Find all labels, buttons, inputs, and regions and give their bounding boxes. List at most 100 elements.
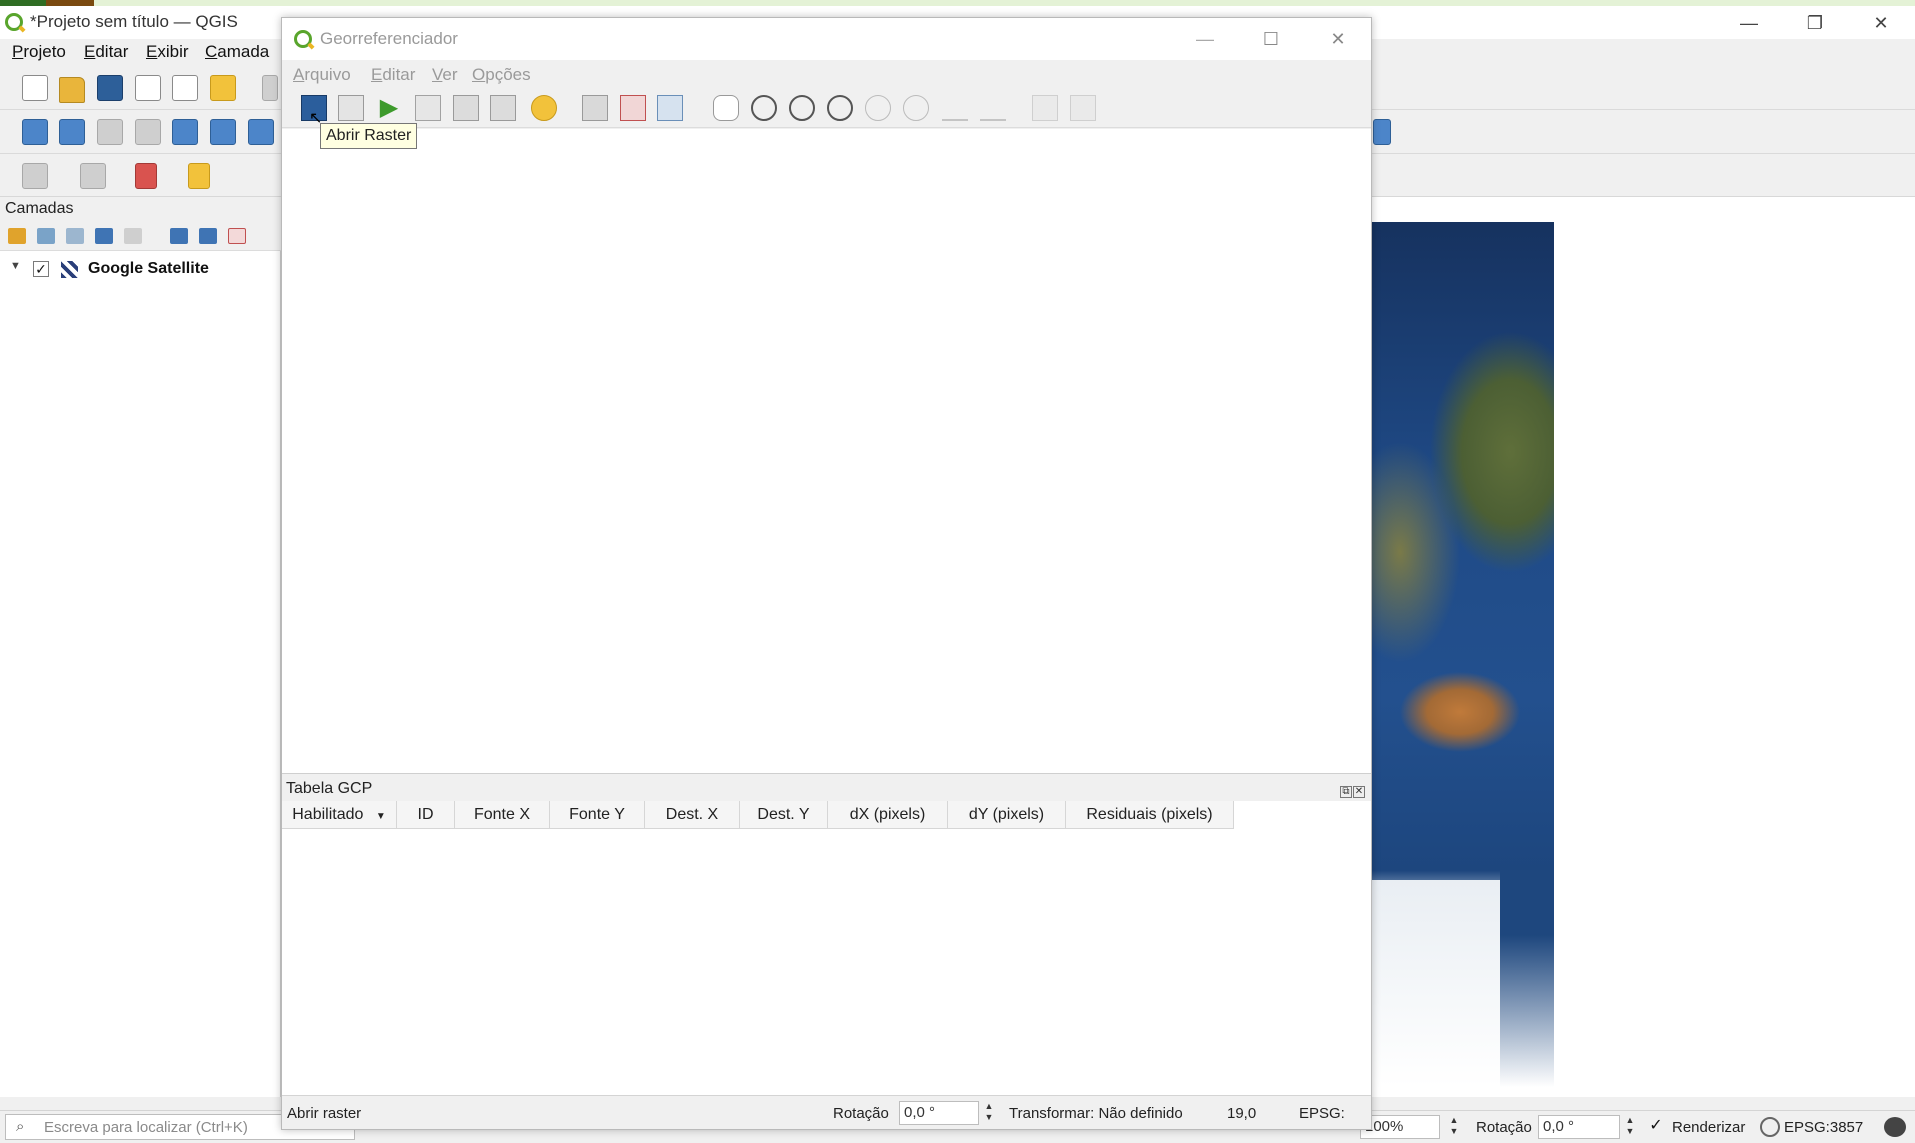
- start-georeferencing-play-icon[interactable]: ▶: [376, 95, 402, 121]
- zoom-to-layer-icon[interactable]: [827, 95, 853, 121]
- select-features-icon[interactable]: [22, 163, 48, 189]
- add-group-icon[interactable]: [37, 228, 55, 244]
- float-panel-icon[interactable]: ⧉: [1340, 786, 1352, 798]
- add-vector-layer-icon[interactable]: [97, 119, 123, 145]
- menu-projeto[interactable]: Projeto: [12, 42, 66, 62]
- col-fonte-y[interactable]: Fonte Y: [550, 801, 645, 829]
- main-close-button[interactable]: ✕: [1856, 10, 1906, 36]
- help-icon[interactable]: [1373, 119, 1391, 145]
- layer-item-google-satellite[interactable]: ▼ ✓ Google Satellite: [0, 256, 281, 282]
- col-residuais-pixels[interactable]: Residuais (pixels): [1066, 801, 1234, 829]
- add-delimited-text-icon[interactable]: [135, 119, 161, 145]
- main-rotation-field[interactable]: 0,0 °: [1538, 1115, 1620, 1139]
- expand-arrow-icon[interactable]: ▼: [10, 260, 21, 272]
- add-mesh-layer-icon[interactable]: [210, 119, 236, 145]
- layer-name: Google Satellite: [88, 260, 209, 277]
- menu-editar[interactable]: Editar: [84, 42, 128, 62]
- copy-features-icon[interactable]: [80, 163, 106, 189]
- georeferencer-window: Georreferenciador — ☐ ✕ Arquivo Editar V…: [281, 17, 1372, 1130]
- geo-rotation-spin-icon[interactable]: ▲ ▼: [983, 1101, 995, 1125]
- expand-all-icon[interactable]: [170, 228, 188, 244]
- manage-map-themes-icon[interactable]: [66, 228, 84, 244]
- geo-rotation-label: Rotação: [833, 1105, 889, 1122]
- generate-gdal-script-icon[interactable]: [415, 95, 441, 121]
- full-histogram-stretch-icon: [1032, 95, 1058, 121]
- gcp-dock-buttons: ⧉ ✕: [1339, 781, 1367, 798]
- georeferencer-canvas[interactable]: [282, 129, 1371, 774]
- col-id[interactable]: ID: [397, 801, 455, 829]
- open-project-icon[interactable]: [59, 77, 85, 103]
- ocean-edge: [1500, 870, 1554, 1087]
- layers-header: Camadas: [0, 197, 281, 221]
- main-rotation-label: Rotação: [1476, 1119, 1532, 1136]
- start-georeferencing-vector-icon[interactable]: [338, 95, 364, 121]
- label-tool-icon[interactable]: [188, 163, 210, 189]
- new-layout-icon[interactable]: [135, 75, 161, 101]
- col-dest-x[interactable]: Dest. X: [645, 801, 740, 829]
- filter-legend-icon[interactable]: [95, 228, 113, 244]
- gcp-table[interactable]: Habilitado ▼ ID Fonte X Fonte Y Dest. X …: [282, 801, 1371, 1095]
- save-gcp-points-icon[interactable]: [490, 95, 516, 121]
- deselect-icon[interactable]: [135, 163, 157, 189]
- sort-arrow-icon: ▼: [375, 811, 386, 822]
- add-raster-layer-icon[interactable]: [172, 119, 198, 145]
- col-habilitado[interactable]: Habilitado ▼: [282, 801, 397, 829]
- menu-exibir[interactable]: Exibir: [146, 42, 189, 62]
- save-project-icon[interactable]: [97, 75, 123, 101]
- globe-icon[interactable]: [1760, 1117, 1780, 1137]
- load-gcp-points-icon[interactable]: [453, 95, 479, 121]
- layers-toolbar: [0, 221, 281, 251]
- pan-tool-icon[interactable]: [262, 75, 278, 101]
- main-rotation-spin-icon[interactable]: ▲ ▼: [1624, 1115, 1636, 1139]
- magnifier-field[interactable]: 100%: [1360, 1115, 1440, 1139]
- geo-status-message: Abrir raster: [287, 1105, 362, 1122]
- georeferencer-menubar: Arquivo Editar Ver Opções: [282, 60, 1371, 88]
- col-fonte-x[interactable]: Fonte X: [455, 801, 550, 829]
- gcp-table-title: Tabela GCP: [286, 780, 373, 797]
- remove-layer-icon[interactable]: [228, 228, 246, 244]
- add-wms-layer-icon[interactable]: [248, 119, 274, 145]
- move-gcp-point-icon[interactable]: [657, 95, 683, 121]
- geo-menu-ver[interactable]: Ver: [432, 65, 458, 85]
- col-dest-y[interactable]: Dest. Y: [740, 801, 828, 829]
- close-panel-icon[interactable]: ✕: [1353, 786, 1365, 798]
- messages-icon[interactable]: [1884, 1117, 1906, 1137]
- layer-visibility-checkbox[interactable]: ✓: [33, 261, 49, 277]
- new-geopackage-icon[interactable]: [59, 119, 85, 145]
- geo-menu-arquivo[interactable]: Arquivo: [293, 65, 351, 85]
- layout-manager-icon[interactable]: [172, 75, 198, 101]
- transformation-settings-icon[interactable]: [531, 95, 557, 121]
- add-point-icon[interactable]: [582, 95, 608, 121]
- crs-label[interactable]: EPSG:3857: [1784, 1119, 1863, 1136]
- pan-hand-icon[interactable]: [713, 95, 739, 121]
- search-icon: ⌕: [16, 1118, 25, 1135]
- transform-status: Transformar: Não definido: [1009, 1105, 1183, 1122]
- data-source-manager-icon[interactable]: [22, 119, 48, 145]
- link-georef-to-qgis-icon: [942, 95, 968, 121]
- render-checkbox[interactable]: ✓: [1648, 1118, 1664, 1135]
- georeferencer-title: Georreferenciador: [320, 29, 458, 48]
- menu-camada[interactable]: Camada: [205, 42, 269, 62]
- layers-panel: [0, 197, 281, 1097]
- layer-styling-icon[interactable]: [8, 228, 26, 244]
- zoom-out-icon[interactable]: [789, 95, 815, 121]
- delete-point-icon[interactable]: [620, 95, 646, 121]
- gcp-column-headers: Habilitado ▼ ID Fonte X Fonte Y Dest. X …: [282, 801, 1234, 829]
- geo-menu-editar[interactable]: Editar: [371, 65, 415, 85]
- filter-expression-icon[interactable]: [124, 228, 142, 244]
- main-minimize-button[interactable]: —: [1724, 10, 1774, 36]
- magnifier-spin-icon[interactable]: ▲ ▼: [1448, 1115, 1460, 1139]
- geo-rotation-field[interactable]: 0,0 °: [899, 1101, 979, 1125]
- new-project-icon[interactable]: [22, 75, 48, 101]
- geo-menu-opcoes[interactable]: Opções: [472, 65, 531, 85]
- layers-panel-title: Camadas: [5, 200, 74, 217]
- main-restore-button[interactable]: ❐: [1790, 10, 1840, 36]
- zoom-in-icon[interactable]: [751, 95, 777, 121]
- geo-minimize-button[interactable]: —: [1180, 26, 1230, 52]
- geo-maximize-button[interactable]: ☐: [1246, 26, 1296, 52]
- geo-close-button[interactable]: ✕: [1313, 26, 1363, 52]
- col-dy-pixels[interactable]: dY (pixels): [948, 801, 1066, 829]
- style-manager-icon[interactable]: [210, 75, 236, 101]
- collapse-all-icon[interactable]: [199, 228, 217, 244]
- col-dx-pixels[interactable]: dX (pixels): [828, 801, 948, 829]
